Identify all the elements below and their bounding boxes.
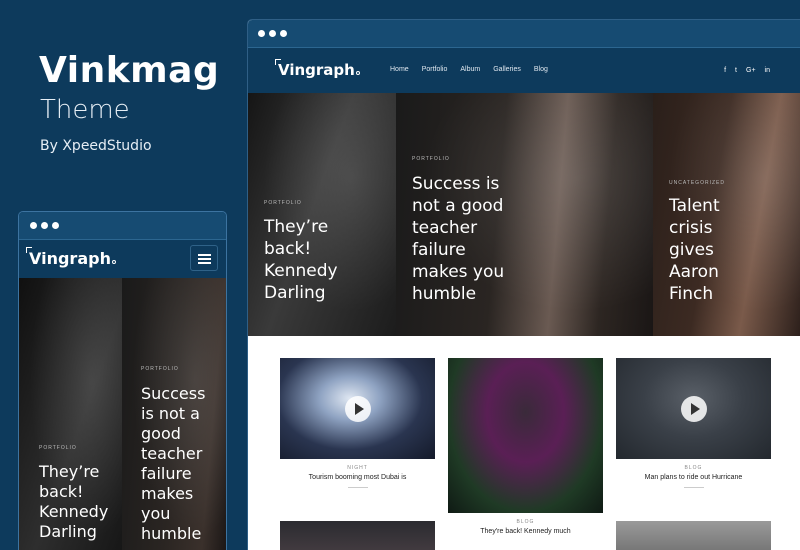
menu-item-galleries[interactable]: Galleries xyxy=(493,66,521,73)
divider xyxy=(347,487,368,488)
hero-category[interactable]: UNCATEGORIZED xyxy=(669,180,725,186)
post-thumbnail[interactable] xyxy=(448,358,603,513)
hero-category[interactable]: PORTFOLIO xyxy=(412,156,450,162)
twitter-icon[interactable]: t xyxy=(735,67,737,74)
hero-post[interactable]: UNCATEGORIZED Talent crisis gives Aaron … xyxy=(653,93,800,336)
window-dot-icon xyxy=(30,222,37,229)
mobile-logo-text: Vingraph xyxy=(29,249,111,268)
site-header: Vingraph Home Portfolio Album Galleries … xyxy=(248,48,800,93)
linkedin-icon[interactable]: in xyxy=(765,67,770,74)
post-thumbnail[interactable] xyxy=(280,521,435,550)
google-plus-icon[interactable]: G+ xyxy=(746,67,756,74)
play-icon[interactable] xyxy=(680,395,707,422)
mobile-header: Vingraph xyxy=(19,240,226,278)
menu-item-portfolio[interactable]: Portfolio xyxy=(422,66,448,73)
hero-title[interactable]: Talent crisis gives Aaron Finch xyxy=(669,195,739,305)
hero-slider: PORTFOLIO They’re back! Kennedy Darling … xyxy=(248,93,800,336)
post-category[interactable]: BLOG xyxy=(448,519,603,525)
facebook-icon[interactable]: f xyxy=(724,67,726,74)
menu-item-album[interactable]: Album xyxy=(460,66,480,73)
post-grid: NIGHT Tourism booming most Dubai is BLOG… xyxy=(248,336,800,550)
hamburger-menu-icon[interactable] xyxy=(190,245,218,271)
mobile-hero: PORTFOLIO They’re back! Kennedy Darling … xyxy=(19,278,226,550)
post-category[interactable]: BLOG xyxy=(616,465,771,471)
browser-chrome xyxy=(19,212,226,240)
hero-post[interactable]: PORTFOLIO Success is not a good teacher … xyxy=(122,278,226,550)
hero-post[interactable]: PORTFOLIO Success is not a good teacher … xyxy=(396,93,653,336)
window-dot-icon xyxy=(269,30,276,37)
mobile-logo[interactable]: Vingraph xyxy=(26,247,116,268)
hero-title[interactable]: Success is not a good teacher failure ma… xyxy=(412,173,520,305)
post-thumbnail[interactable] xyxy=(616,358,771,459)
logo-dot-icon xyxy=(111,260,116,264)
window-dot-icon xyxy=(280,30,287,37)
site-logo[interactable]: Vingraph xyxy=(275,59,360,79)
post-title[interactable]: They're back! Kennedy much xyxy=(448,528,603,535)
hero-category[interactable]: PORTFOLIO xyxy=(264,200,302,206)
promo-byline: By XpeedStudio xyxy=(40,138,152,154)
menu-item-blog[interactable]: Blog xyxy=(534,66,548,73)
window-dot-icon xyxy=(258,30,265,37)
hero-title[interactable]: Success is not a good teacher failure ma… xyxy=(141,384,221,544)
window-dot-icon xyxy=(52,222,59,229)
post-title[interactable]: Tourism booming most Dubai is xyxy=(280,474,435,481)
promo-title: Vinkmag xyxy=(39,50,220,91)
logo-dot-icon xyxy=(355,71,360,75)
post-card[interactable]: NIGHT Tourism booming most Dubai is xyxy=(280,358,435,488)
post-title[interactable]: Man plans to ride out Hurricane xyxy=(616,474,771,481)
desktop-preview: Vingraph Home Portfolio Album Galleries … xyxy=(248,20,800,550)
promo-subtitle: Theme xyxy=(40,95,130,125)
hero-title[interactable]: They’re back! Kennedy Darling xyxy=(264,216,374,304)
hero-title[interactable]: They’re back! Kennedy Darling xyxy=(39,462,119,542)
mobile-preview: Vingraph PORTFOLIO They’re back! Kennedy… xyxy=(19,212,226,550)
post-card[interactable] xyxy=(280,521,435,550)
hero-category[interactable]: PORTFOLIO xyxy=(39,445,77,451)
social-links: f t G+ in xyxy=(724,67,770,74)
post-category[interactable]: NIGHT xyxy=(280,465,435,471)
hero-post[interactable]: PORTFOLIO They’re back! Kennedy Darling xyxy=(19,278,122,550)
post-card[interactable]: BLOG They're back! Kennedy much xyxy=(448,358,603,535)
post-thumbnail[interactable] xyxy=(616,521,771,550)
post-thumbnail[interactable] xyxy=(280,358,435,459)
post-card[interactable] xyxy=(616,521,771,550)
hero-post[interactable]: PORTFOLIO They’re back! Kennedy Darling xyxy=(248,93,396,336)
post-card[interactable]: BLOG Man plans to ride out Hurricane xyxy=(616,358,771,488)
site-logo-text: Vingraph xyxy=(278,61,355,79)
divider xyxy=(683,487,704,488)
main-menu: Home Portfolio Album Galleries Blog xyxy=(390,66,548,73)
window-dot-icon xyxy=(41,222,48,229)
play-icon[interactable] xyxy=(344,395,371,422)
menu-item-home[interactable]: Home xyxy=(390,66,409,73)
hero-category[interactable]: PORTFOLIO xyxy=(141,366,179,372)
browser-chrome xyxy=(248,20,800,48)
